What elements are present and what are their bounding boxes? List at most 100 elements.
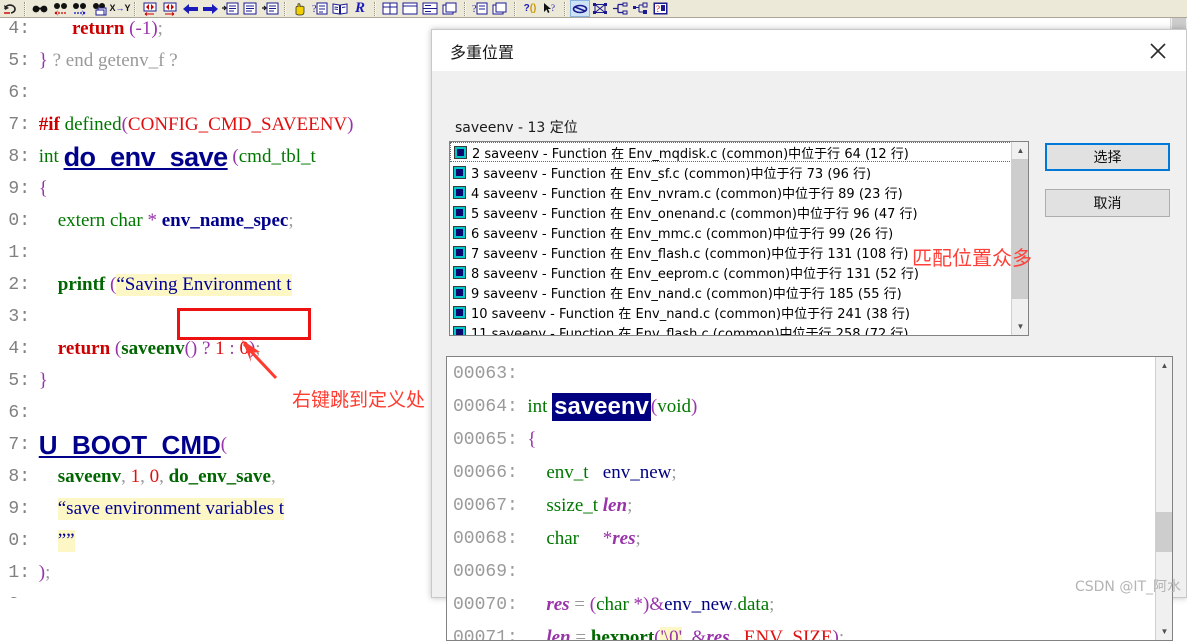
window-cascade-icon[interactable] — [440, 0, 460, 17]
code-token — [34, 338, 58, 360]
window-single-icon[interactable] — [400, 0, 420, 17]
svg-text:?: ? — [312, 4, 317, 15]
code-token: 1 — [131, 466, 141, 488]
line-number: 9: — [0, 179, 34, 199]
toolbar-group-doc: ? — [470, 0, 510, 18]
whats-this-icon[interactable]: ? — [470, 0, 490, 17]
location-list-item[interactable]: 3 saveenv - Function 在 Env_sf.c (common)… — [450, 162, 1028, 182]
pointer-help-icon[interactable]: ? — [540, 0, 560, 17]
location-list-item[interactable]: 6 saveenv - Function 在 Env_mmc.c (common… — [450, 222, 1028, 242]
location-list-item-label: 3 saveenv - Function 在 Env_sf.c (common)… — [471, 163, 871, 182]
function-symbol-icon — [453, 306, 466, 319]
preview-code-token: data — [738, 594, 770, 616]
code-preview-pane[interactable]: 00063:00064: int saveenv(void)00065: {00… — [446, 356, 1173, 641]
code-line: 6: — [0, 397, 34, 429]
call-graph-icon[interactable] — [590, 0, 610, 17]
symbol-browser-icon[interactable]: R — [350, 0, 370, 17]
location-list-item[interactable]: 4 saveenv - Function 在 Env_nvram.c (comm… — [450, 182, 1028, 202]
code-token: extern — [58, 210, 105, 232]
context-help-icon[interactable]: ? — [310, 0, 330, 17]
code-line: 0: extern char * env_name_spec; — [0, 205, 294, 237]
toolbar-separator — [374, 2, 376, 16]
undo-icon[interactable] — [0, 0, 20, 17]
code-token: } — [39, 370, 48, 392]
jump-back-marker-icon[interactable] — [140, 0, 160, 17]
hand-pointer-icon[interactable] — [290, 0, 310, 17]
svg-text:?: ? — [551, 3, 555, 13]
code-token — [34, 498, 58, 520]
line-number: 8: — [0, 147, 34, 167]
goto-definition-icon[interactable] — [220, 0, 240, 17]
find-in-files-icon[interactable] — [90, 0, 110, 17]
window-split-icon[interactable] — [420, 0, 440, 17]
location-list-item[interactable]: 5 saveenv - Function 在 Env_onenand.c (co… — [450, 202, 1028, 222]
line-number: 0: — [0, 531, 34, 551]
many-matches-annotation-text: 匹配位置众多 — [912, 242, 1032, 271]
locations-list-scrollbar[interactable]: ▲ ▼ — [1011, 142, 1028, 335]
preview-code-token: ssize_t — [546, 495, 598, 517]
class-browser-icon[interactable] — [570, 0, 590, 17]
preview-code-token: len — [546, 627, 570, 641]
code-token — [34, 210, 58, 232]
list-scroll-down-icon[interactable]: ▼ — [1012, 318, 1029, 335]
line-number: 2: — [0, 275, 34, 295]
file-tree-icon[interactable] — [630, 0, 650, 17]
code-token: 1 — [215, 338, 225, 360]
code-token: * — [147, 210, 157, 232]
list-scroll-up-icon[interactable]: ▲ — [1012, 142, 1029, 159]
code-token: do_env_save — [64, 142, 228, 173]
toolbar-separator — [514, 2, 516, 16]
code-line: 9: { — [0, 173, 48, 205]
preview-code-token: ; — [769, 594, 774, 616]
preview-line-number: 00064: — [453, 397, 518, 417]
find-next-icon[interactable] — [70, 0, 90, 17]
line-number: 5: — [0, 51, 34, 71]
dialog-title-bar: 多重位置 — [432, 30, 1186, 71]
select-button[interactable]: 选择 — [1045, 143, 1170, 171]
preview-scroll-up-icon[interactable]: ▲ — [1156, 357, 1173, 374]
locations-list[interactable]: 2 saveenv - Function 在 Env_mqdisk.c (com… — [449, 141, 1029, 336]
preview-code-token: res — [546, 594, 569, 616]
navigate-back-icon[interactable] — [180, 0, 200, 17]
preview-line-number: 00067: — [453, 496, 518, 516]
multiple-locations-dialog: 多重位置 saveenv - 13 定位 2 saveenv - Functio… — [431, 29, 1187, 598]
close-icon[interactable] — [1140, 36, 1176, 66]
location-list-item-label: 2 saveenv - Function 在 Env_mqdisk.c (com… — [472, 143, 909, 162]
code-token: printf — [58, 274, 106, 296]
results-group-label: saveenv - 13 定位 — [455, 117, 578, 137]
open-book-icon[interactable] — [330, 0, 350, 17]
jump-forward-marker-icon[interactable] — [160, 0, 180, 17]
navigate-forward-icon[interactable] — [200, 0, 220, 17]
split-grid-icon[interactable] — [380, 0, 400, 17]
list-scroll-thumb[interactable] — [1012, 159, 1029, 299]
hierarchy-icon[interactable] — [610, 0, 630, 17]
location-list-item[interactable]: 9 saveenv - Function 在 Env_nand.c (commo… — [450, 282, 1028, 302]
main-toolbar: X→Y ? R — [0, 0, 1187, 18]
window-list-icon[interactable] — [490, 0, 510, 17]
about-icon[interactable]: ? — [650, 0, 670, 17]
replace-icon[interactable]: X→Y — [110, 0, 130, 17]
code-token: ; — [158, 18, 163, 40]
preview-scroll-down-icon[interactable]: ▼ — [1156, 623, 1173, 640]
preview-code-token: env_new — [664, 594, 733, 616]
goto-declaration-icon[interactable] — [240, 0, 260, 17]
function-help-icon[interactable]: ?() — [520, 0, 540, 17]
code-token: CONFIG_CMD_SAVEENV — [128, 114, 347, 136]
function-symbol-icon — [453, 326, 466, 337]
line-number: 7: — [0, 115, 34, 135]
find-previous-icon[interactable] — [50, 0, 70, 17]
function-symbol-icon — [453, 186, 466, 199]
code-token: , — [140, 466, 150, 488]
preview-scroll-thumb[interactable] — [1156, 512, 1173, 552]
locations-list-rows: 2 saveenv - Function 在 Env_mqdisk.c (com… — [450, 142, 1028, 336]
code-token: env_name_spec — [162, 210, 289, 232]
goto-reference-icon[interactable] — [260, 0, 280, 17]
code-token — [34, 18, 72, 40]
location-list-item-label: 10 saveenv - Function 在 Env_nand.c (comm… — [471, 303, 910, 322]
location-list-item[interactable]: 11 saveenv - Function 在 Env_flash.c (com… — [450, 322, 1028, 336]
find-icon[interactable] — [30, 0, 50, 17]
location-list-item[interactable]: 2 saveenv - Function 在 Env_mqdisk.c (com… — [450, 142, 1028, 162]
location-list-item[interactable]: 10 saveenv - Function 在 Env_nand.c (comm… — [450, 302, 1028, 322]
preview-code-token: void — [657, 396, 691, 418]
cancel-button[interactable]: 取消 — [1045, 189, 1170, 217]
